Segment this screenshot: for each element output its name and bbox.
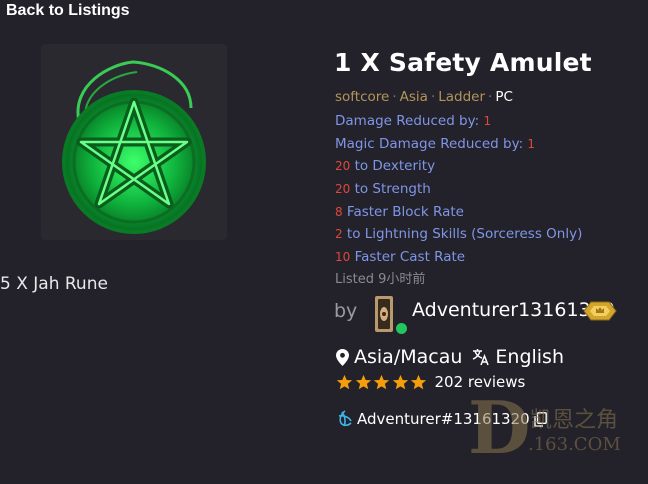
stat-label: to Strength — [350, 181, 431, 198]
battlenet-icon — [338, 410, 352, 427]
avatar[interactable] — [374, 296, 394, 332]
stat-faster-block-rate: 8 Faster Block Rate — [335, 201, 582, 224]
stat-magic-damage-reduced: Magic Damage Reduced by: 1 — [335, 133, 582, 156]
listing-page: Back to Listings 5 X Jah Rune 1 X Safety… — [0, 0, 648, 484]
stat-value: 20 — [335, 159, 351, 174]
translate-icon — [473, 349, 490, 366]
back-to-listings-link[interactable]: Back to Listings — [6, 2, 130, 20]
stat-lightning-skills: 2 to Lightning Skills (Sorceress Only) — [335, 223, 582, 246]
stat-label: Faster Block Rate — [342, 203, 464, 220]
star-icon — [392, 374, 408, 389]
gold-crown-badge-icon — [583, 301, 617, 321]
seller-language-label: English — [495, 346, 564, 368]
ladder-tag: Ladder — [438, 89, 486, 105]
stat-label: to Lightning Skills (Sorceress Only) — [342, 226, 583, 243]
item-stats: Damage Reduced by: 1 Magic Damage Reduce… — [335, 110, 582, 269]
stat-value: 1 — [527, 136, 536, 151]
online-status-dot — [396, 323, 407, 334]
meta-separator: · — [430, 89, 436, 105]
star-icon — [336, 374, 353, 389]
stat-faster-cast-rate: 10 Faster Cast Rate — [335, 246, 582, 269]
watermark-site-name: 凯恩之角 — [530, 408, 619, 433]
stat-label: to Dexterity — [350, 158, 436, 175]
rating-stars — [336, 374, 429, 391]
stat-label: Damage Reduced by: — [335, 113, 484, 129]
stat-dexterity: 20 to Dexterity — [335, 155, 582, 178]
item-image — [41, 44, 227, 240]
region-tag: Asia — [399, 89, 428, 105]
mode-tag: softcore — [335, 89, 390, 105]
platform-tag: PC — [495, 89, 513, 105]
star-icon — [355, 374, 371, 389]
watermark-logo-letter: D — [468, 385, 531, 470]
seller-language: English — [472, 346, 564, 368]
stat-value: 8 — [335, 204, 343, 219]
star-icon — [410, 374, 427, 389]
stat-value: 2 — [335, 227, 343, 242]
stat-strength: 20 to Strength — [335, 178, 582, 201]
stat-value: 1 — [483, 114, 492, 128]
stat-value: 20 — [335, 182, 351, 197]
meta-separator: · — [392, 89, 397, 105]
stat-label: Faster Cast Rate — [350, 249, 466, 266]
seller-location-row: Asia/Macau English — [336, 346, 564, 368]
stat-label: Magic Damage Reduced by: — [335, 135, 528, 152]
stat-damage-reduced: Damage Reduced by: 1 — [335, 110, 582, 133]
by-label: by — [334, 300, 358, 322]
avatar-icon — [375, 296, 393, 332]
watermark-url: .163.COM — [528, 434, 621, 455]
item-meta: softcore · Asia · Ladder · PC — [335, 89, 513, 105]
stat-value: 10 — [335, 250, 351, 265]
price-label: 5 X Jah Rune — [0, 274, 108, 294]
listed-time: Listed 9小时前 — [335, 272, 426, 287]
item-title: 1 X Safety Amulet — [334, 48, 592, 77]
location-pin-icon — [336, 348, 349, 366]
watermark: D 凯恩之角 .163.COM — [468, 392, 648, 472]
star-icon — [373, 374, 390, 389]
seller-location: Asia/Macau — [354, 346, 463, 368]
meta-separator: · — [488, 89, 493, 105]
amulet-image-icon — [62, 60, 206, 234]
